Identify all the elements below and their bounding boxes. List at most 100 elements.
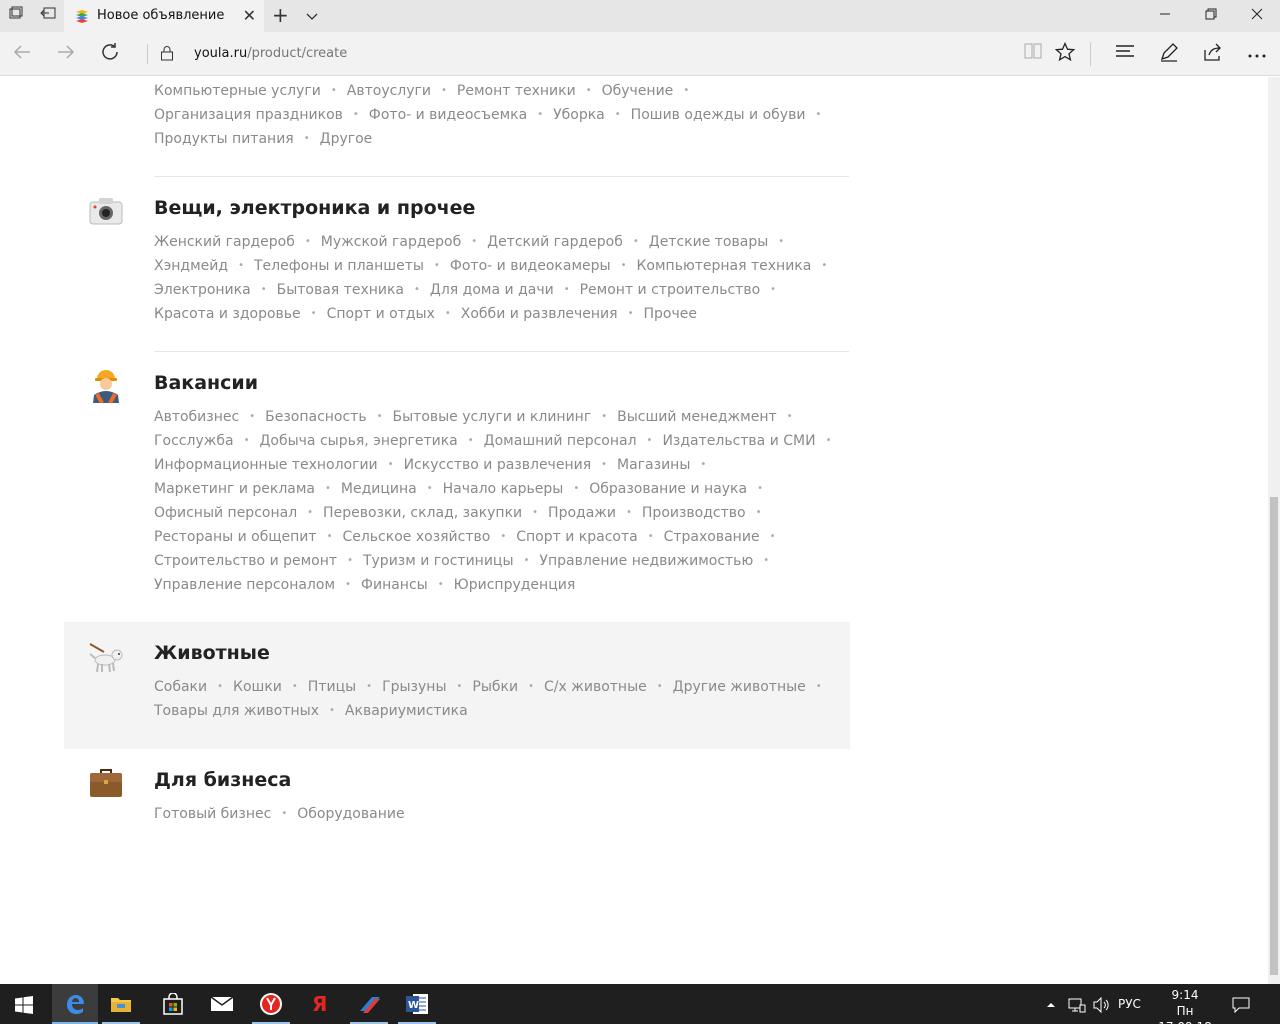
category-link[interactable]: Рыбки (472, 679, 518, 695)
page-scrollbar[interactable] (1268, 77, 1280, 984)
hub-icon[interactable] (1113, 42, 1137, 66)
category-link[interactable]: Мужской гардероб (321, 234, 461, 250)
category-link[interactable]: С/х животные (544, 679, 647, 695)
category-link[interactable]: Медицина (341, 481, 417, 497)
category-link[interactable]: Строительство и ремонт (154, 553, 337, 569)
category-link[interactable]: Информационные технологии (154, 457, 378, 473)
forward-arrow-icon[interactable] (54, 42, 78, 66)
category-link[interactable]: Кошки (233, 679, 282, 695)
category-link[interactable]: Фото- и видеосъемка (369, 107, 527, 123)
store-icon[interactable] (150, 984, 196, 1024)
language-indicator[interactable]: РУС (1118, 984, 1144, 1024)
category-animals[interactable]: Животные Собаки • Кошки • Птицы • Грызуны • Рыбк… (64, 622, 850, 749)
category-link[interactable]: Детские товары (649, 234, 769, 250)
category-link[interactable]: Электроника (154, 282, 251, 298)
category-link[interactable]: Магазины (617, 457, 690, 473)
category-link[interactable]: Другие животные (673, 679, 806, 695)
minimize-icon[interactable] (1142, 0, 1188, 32)
category-link[interactable]: Автобизнес (154, 409, 239, 425)
windows-start-icon[interactable] (0, 984, 46, 1024)
reading-view-icon[interactable] (1021, 42, 1045, 66)
category-link[interactable]: Управление недвижимостью (539, 553, 753, 569)
category-link[interactable]: Начало карьеры (443, 481, 564, 497)
category-link[interactable]: Юриспруденция (454, 577, 576, 593)
set-tabs-aside-icon[interactable] (38, 6, 58, 26)
mail-icon[interactable] (198, 984, 244, 1024)
close-window-icon[interactable] (1234, 0, 1280, 32)
scrollbar-thumb[interactable] (1270, 497, 1278, 975)
category-link[interactable]: Компьютерные услуги (154, 83, 321, 99)
category-link[interactable]: Высший менеджмент (617, 409, 777, 425)
category-link[interactable]: Спорт и отдых (327, 306, 435, 322)
category-link[interactable]: Уборка (553, 107, 605, 123)
category-link[interactable]: Добыча сырья, энергетика (259, 433, 457, 449)
category-link[interactable]: Сельское хозяйство (342, 529, 490, 545)
word-icon[interactable]: W (394, 984, 440, 1024)
category-link[interactable]: Женский гардероб (154, 234, 295, 250)
volume-icon[interactable] (1093, 984, 1111, 1024)
category-link[interactable]: Страхование (664, 529, 760, 545)
category-link[interactable]: Аквариумистика (345, 703, 468, 719)
category-link[interactable]: Для дома и дачи (430, 282, 554, 298)
category-link[interactable]: Готовый бизнес (154, 806, 271, 822)
category-link[interactable]: Оборудование (297, 806, 404, 822)
notifications-icon[interactable] (1232, 984, 1252, 1024)
app-icon[interactable] (346, 984, 392, 1024)
category-link[interactable]: Туризм и гостиницы (363, 553, 514, 569)
category-business[interactable]: Для бизнеса Готовый бизнес • Оборудование (64, 749, 850, 839)
category-link[interactable]: Компьютерная техника (636, 258, 811, 274)
category-link[interactable]: Образование и наука (589, 481, 747, 497)
category-link[interactable]: Спорт и красота (516, 529, 637, 545)
category-vacancies[interactable]: Вакансии Автобизнес • Безопасность • Бытовые… (64, 352, 850, 622)
tab-preview-icon[interactable] (6, 6, 26, 26)
category-link[interactable]: Фото- и видеокамеры (450, 258, 611, 274)
back-arrow-icon[interactable] (10, 42, 34, 66)
web-note-pen-icon[interactable] (1157, 42, 1181, 66)
address-bar[interactable]: youla.ru/product/create (194, 46, 347, 61)
yandex-browser-icon[interactable] (248, 984, 294, 1024)
category-link[interactable]: Ремонт техники (457, 83, 576, 99)
category-link[interactable]: Телефоны и планшеты (254, 258, 424, 274)
category-link[interactable]: Госслужба (154, 433, 234, 449)
category-link[interactable]: Хобби и развлечения (461, 306, 618, 322)
yandex-icon[interactable]: Я (296, 984, 342, 1024)
tab-active[interactable]: Новое объявление ✕ (64, 0, 264, 32)
category-link[interactable]: Прочее (643, 306, 696, 322)
category-link[interactable]: Издательства и СМИ (662, 433, 815, 449)
new-tab-icon[interactable]: + (272, 5, 289, 25)
file-explorer-icon[interactable] (98, 984, 144, 1024)
category-link[interactable]: Безопасность (265, 409, 366, 425)
category-link[interactable]: Бытовые услуги и клининг (393, 409, 592, 425)
category-link[interactable]: Производство (642, 505, 746, 521)
share-icon[interactable] (1201, 42, 1225, 66)
category-link[interactable]: Автоуслуги (347, 83, 431, 99)
category-link[interactable]: Организация праздников (154, 107, 343, 123)
category-link[interactable]: Товары для животных (154, 703, 319, 719)
more-options-icon[interactable] (1245, 42, 1269, 66)
restore-icon[interactable] (1188, 0, 1234, 32)
category-link[interactable]: Обучение (602, 83, 674, 99)
category-link[interactable]: Детский гардероб (487, 234, 623, 250)
category-link[interactable]: Офисный персонал (154, 505, 297, 521)
chevron-down-icon[interactable] (304, 8, 320, 24)
category-link[interactable]: Птицы (308, 679, 356, 695)
category-link[interactable]: Продукты питания (154, 131, 294, 147)
category-link[interactable]: Финансы (361, 577, 428, 593)
network-icon[interactable] (1068, 984, 1086, 1024)
category-link[interactable]: Домашний персонал (484, 433, 637, 449)
category-link[interactable]: Грызуны (382, 679, 446, 695)
category-link[interactable]: Красота и здоровье (154, 306, 301, 322)
category-link[interactable]: Управление персоналом (154, 577, 335, 593)
tab-close-icon[interactable]: ✕ (243, 6, 256, 25)
category-link[interactable]: Маркетинг и реклама (154, 481, 315, 497)
category-link[interactable]: Хэндмейд (154, 258, 228, 274)
category-link[interactable]: Бытовая техника (277, 282, 404, 298)
show-hidden-icons-icon[interactable] (1046, 984, 1058, 1024)
category-link[interactable]: Ремонт и строительство (580, 282, 761, 298)
category-link[interactable]: Другое (320, 131, 373, 147)
category-link[interactable]: Собаки (154, 679, 207, 695)
category-link[interactable]: Рестораны и общепит (154, 529, 317, 545)
category-link[interactable]: Продажи (548, 505, 616, 521)
favorite-star-icon[interactable] (1053, 41, 1077, 66)
edge-taskbar-icon[interactable] (52, 984, 98, 1024)
